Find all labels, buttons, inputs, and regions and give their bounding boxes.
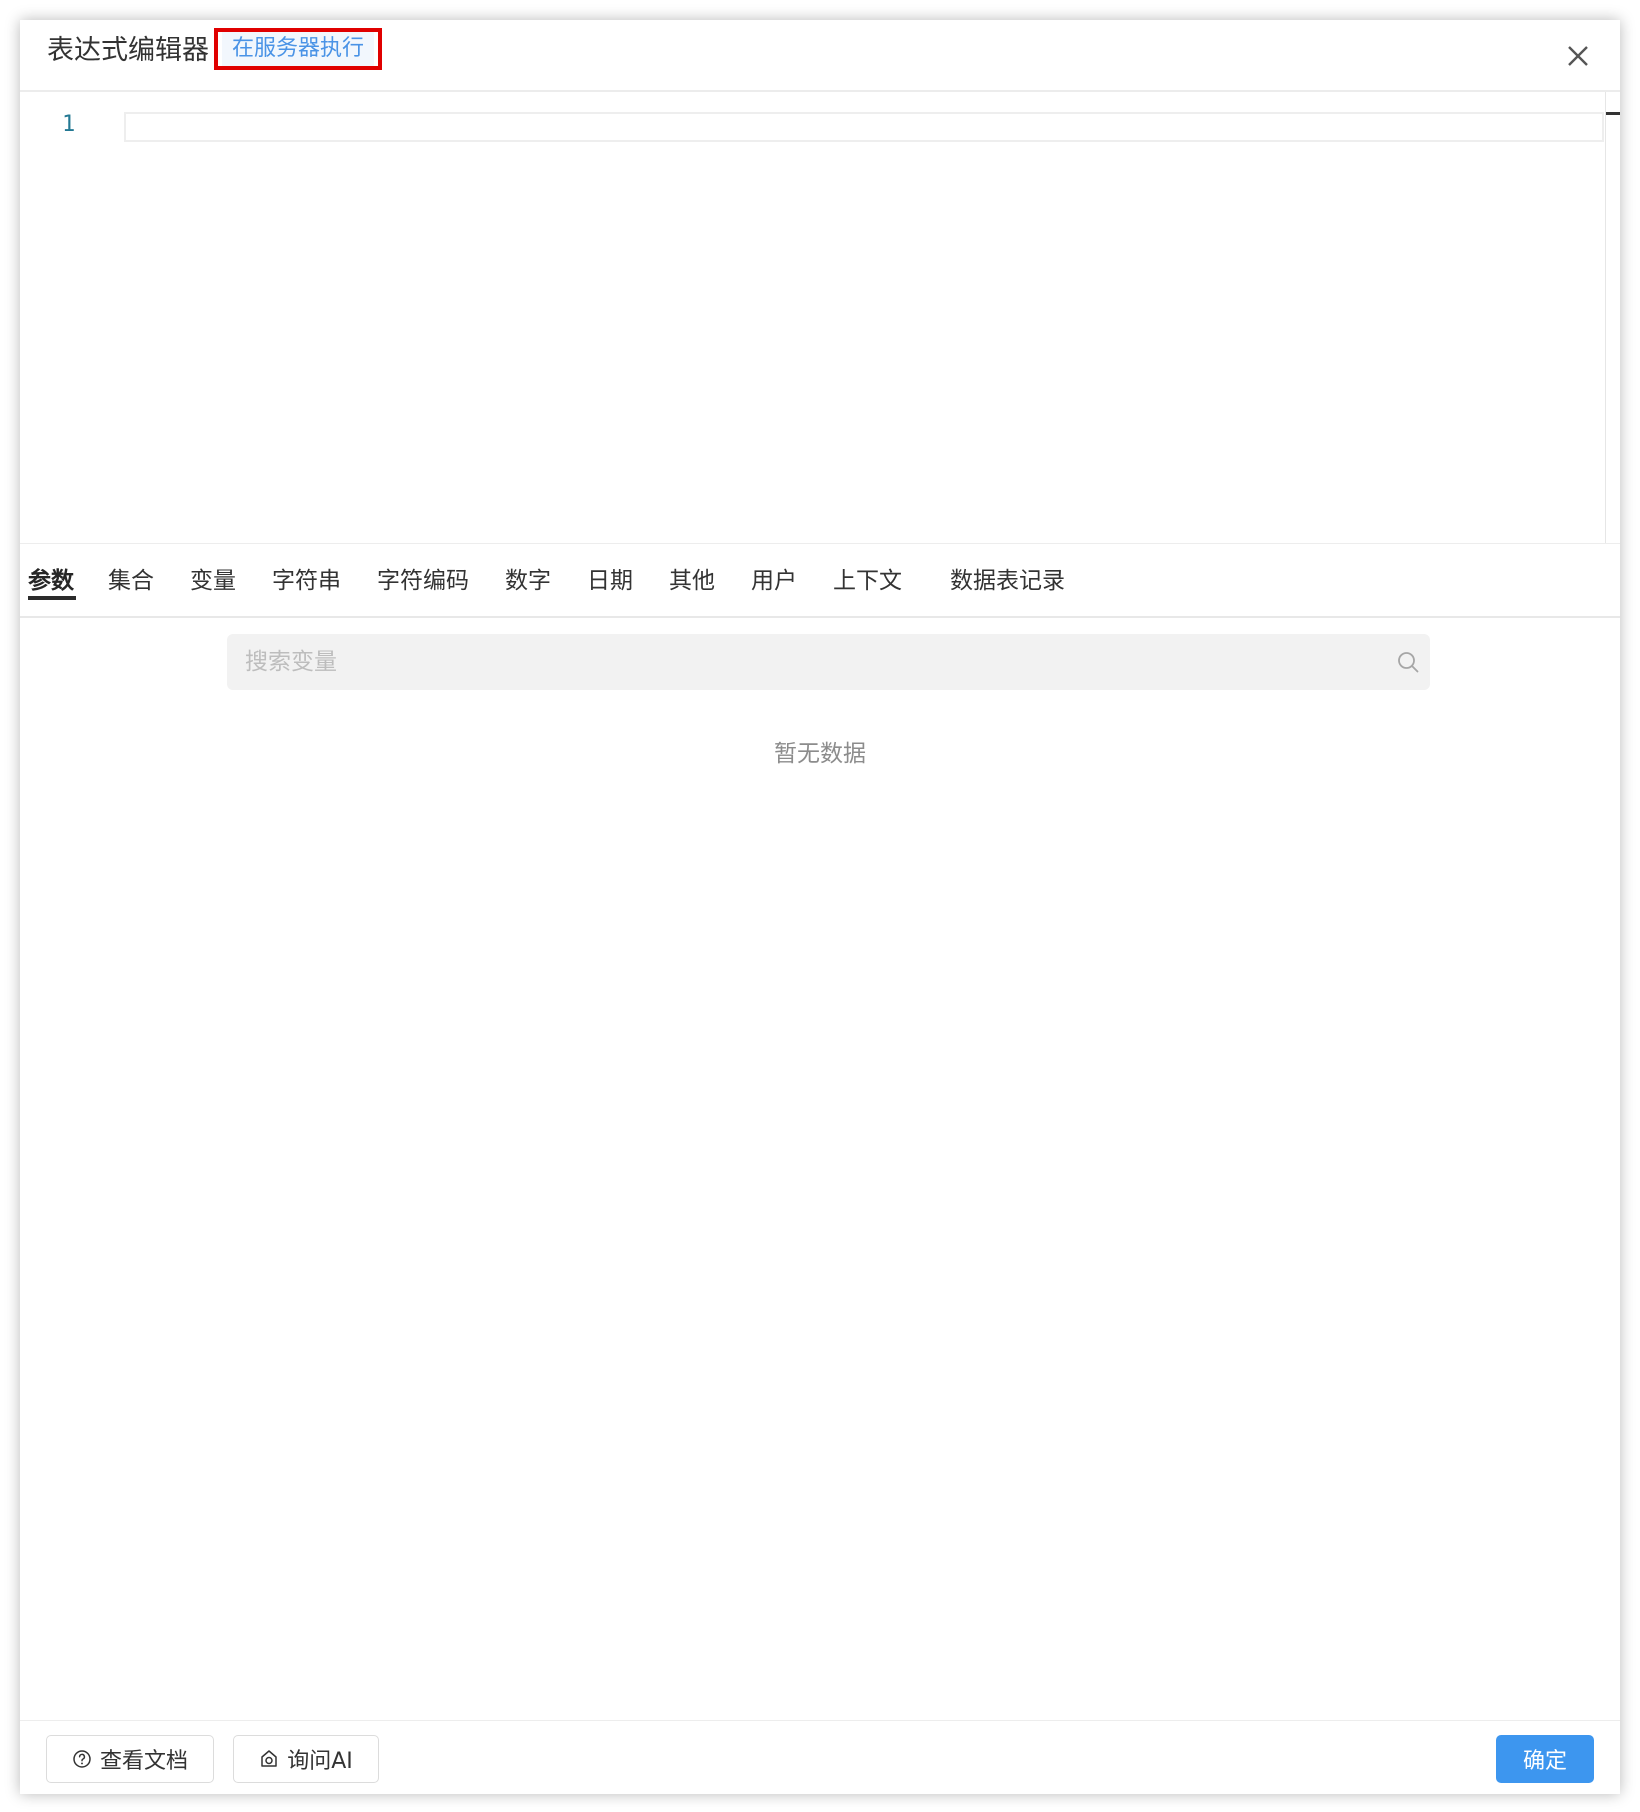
tab-collections[interactable]: 集合	[108, 564, 154, 598]
code-editor[interactable]: 1	[20, 92, 1620, 544]
search-input[interactable]	[227, 634, 1377, 690]
variable-search	[227, 634, 1430, 690]
expression-editor-dialog: 表达式编辑器 在服务器执行 1 参数 集合 变量 字符串 字符编码 数字 日期 …	[20, 20, 1620, 1794]
tab-label: 参数	[28, 568, 74, 594]
ask-ai-label: 询问AI	[287, 1749, 353, 1774]
view-docs-label: 查看文档	[99, 1749, 188, 1774]
line-number: 1	[62, 112, 76, 137]
overview-ruler-cursor	[1606, 112, 1620, 115]
empty-state-text: 暂无数据	[774, 741, 866, 767]
tab-context[interactable]: 上下文	[833, 564, 902, 598]
tab-parameters[interactable]: 参数	[28, 564, 76, 600]
tab-variables[interactable]: 变量	[190, 564, 236, 598]
dialog-footer: 查看文档 询问AI 确定	[20, 1720, 1620, 1794]
close-icon	[1568, 46, 1588, 66]
close-button[interactable]	[1562, 40, 1594, 72]
tab-encoding[interactable]: 字符编码	[377, 564, 469, 598]
ask-ai-button[interactable]: 询问AI	[233, 1735, 379, 1783]
robot-icon	[261, 1750, 277, 1767]
question-circle-icon	[73, 1750, 91, 1768]
tab-other[interactable]: 其他	[669, 564, 715, 598]
editor-scrollbar[interactable]	[1605, 92, 1606, 543]
active-tab-indicator	[28, 596, 76, 600]
tab-dates[interactable]: 日期	[587, 564, 633, 598]
function-category-tabs: 参数 集合 变量 字符串 字符编码 数字 日期 其他 用户 上下文 数据表记录	[20, 544, 1620, 618]
editor-gutter: 1	[20, 92, 124, 543]
tab-table-records[interactable]: 数据表记录	[950, 564, 1065, 598]
tab-numbers[interactable]: 数字	[505, 564, 551, 598]
search-icon[interactable]	[1396, 650, 1420, 674]
dialog-title: 表达式编辑器	[47, 35, 209, 66]
dialog-header: 表达式编辑器 在服务器执行	[20, 20, 1620, 92]
tab-users[interactable]: 用户	[751, 564, 797, 598]
confirm-button[interactable]: 确定	[1496, 1735, 1594, 1783]
run-on-server-button[interactable]: 在服务器执行	[214, 28, 382, 70]
current-code-line[interactable]	[124, 112, 1604, 142]
tab-strings[interactable]: 字符串	[272, 564, 341, 598]
run-on-server-label: 在服务器执行	[222, 32, 374, 66]
view-docs-button[interactable]: 查看文档	[46, 1735, 214, 1783]
